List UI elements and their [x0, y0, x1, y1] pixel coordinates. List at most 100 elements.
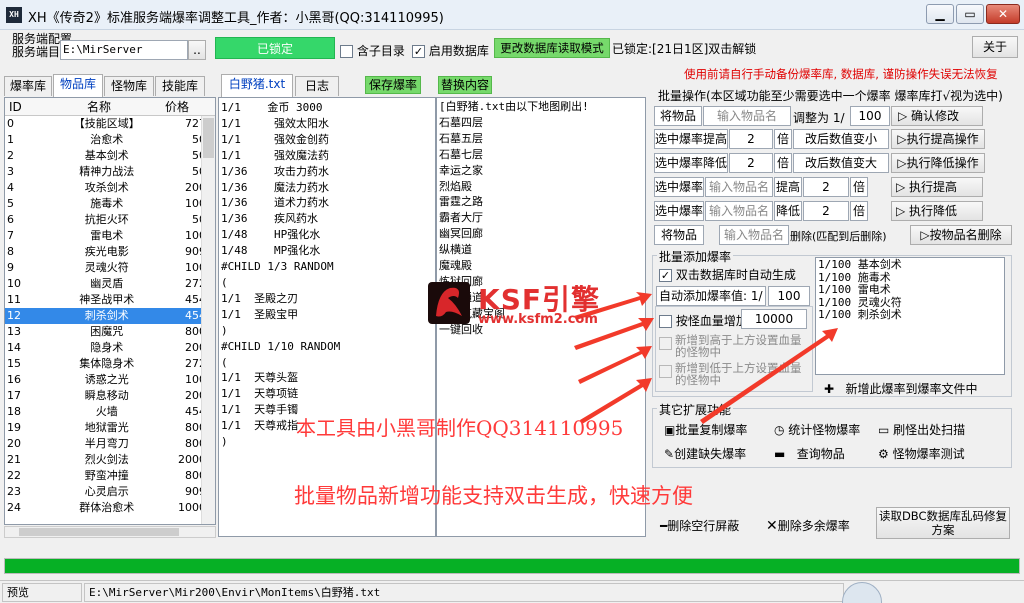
editor-line[interactable]: 1/36 道术力药水: [221, 195, 433, 211]
table-row[interactable]: 10 幽灵盾 2727: [5, 276, 215, 292]
editor-line[interactable]: 1/36 疾风药水: [221, 211, 433, 227]
use-database-checkbox[interactable]: ✓ 启用数据库: [412, 42, 489, 59]
add-drop-button[interactable]: ✚ 新增此爆率到爆率文件中: [824, 380, 978, 397]
item-table-scrollbar[interactable]: [201, 116, 215, 524]
table-row[interactable]: 13 困魔咒 8000: [5, 324, 215, 340]
batch-add-list-item[interactable]: 1/100 刺杀剑术: [818, 308, 1002, 322]
map-list-item[interactable]: 石墓四层: [439, 115, 643, 131]
row4-item-input[interactable]: 输入物品名: [705, 177, 773, 197]
editor-line[interactable]: 1/36 魔法力药水: [221, 180, 433, 196]
editor-line[interactable]: 1/1 天尊项链: [221, 386, 433, 402]
editor-line[interactable]: 1/1 强效魔法药: [221, 148, 433, 164]
map-list-item[interactable]: 雷霆之路: [439, 194, 643, 210]
auto-rate-value[interactable]: 100: [768, 286, 810, 306]
checkbox-box[interactable]: [340, 45, 353, 58]
locked-button[interactable]: 已锁定: [215, 37, 335, 59]
editor-line[interactable]: 1/1 圣殿之刃: [221, 291, 433, 307]
batch-add-list[interactable]: 1/100 基本剑术 1/100 施毒术 1/100 雷电术 1/100 灵魂火符 1/…: [815, 257, 1005, 375]
execute-decrease-button[interactable]: ▷ 执行降低: [891, 201, 983, 221]
map-list-item[interactable]: 石墓五层: [439, 131, 643, 147]
table-row[interactable]: 3精神力战法500: [5, 164, 215, 180]
row6-item-input[interactable]: 输入物品名: [719, 225, 789, 245]
maximize-button[interactable]: ▭: [956, 4, 984, 24]
batch-copy-button[interactable]: ▣批量复制爆率: [664, 421, 747, 438]
spawn-scan-button[interactable]: ▭ 刷怪出处扫描: [878, 421, 965, 438]
batch-add-list-item[interactable]: 1/100 基本剑术: [818, 258, 1002, 272]
browse-button[interactable]: ..: [188, 40, 206, 60]
tab-monster-library[interactable]: 怪物库: [104, 76, 154, 96]
table-row[interactable]: 6抗拒火环500: [5, 212, 215, 228]
delete-empty-button[interactable]: ━删除空行屏蔽: [660, 517, 739, 534]
map-list-item[interactable]: 石墓七层: [439, 147, 643, 163]
checkbox-box-checked[interactable]: ✓: [659, 269, 672, 282]
map-list-item[interactable]: 魔魂殿: [439, 258, 643, 274]
tab-drop-library[interactable]: 爆率库: [4, 76, 52, 96]
table-row[interactable]: 7 雷电术 1000: [5, 228, 215, 244]
table-row[interactable]: 21 烈火剑法 20000: [5, 452, 215, 468]
checkbox-box-disabled[interactable]: [659, 337, 672, 350]
tab-item-library[interactable]: 物品库: [53, 74, 103, 97]
map-list-item[interactable]: 幽冥回廊: [439, 226, 643, 242]
tab-skill-library[interactable]: 技能库: [155, 76, 205, 96]
table-row[interactable]: 5 施毒术 1000: [5, 196, 215, 212]
editor-line[interactable]: 1/48 MP强化水: [221, 243, 433, 259]
table-row[interactable]: 14 隐身术 2000: [5, 340, 215, 356]
replace-content-button[interactable]: 替换内容: [438, 76, 492, 94]
checkbox-box-disabled[interactable]: [659, 365, 672, 378]
table-row[interactable]: 24 群体治愈术 10000: [5, 500, 215, 516]
locked-status-text[interactable]: 已锁定:[21日1区]双击解锁: [612, 40, 756, 57]
editor-text[interactable]: 1/1 金币 3000 1/1 强效太阳水 1/1 强效金创药 1/1 强效魔法药 1/…: [221, 100, 433, 450]
execute-decrease-op-button[interactable]: ▷执行降低操作: [891, 153, 985, 173]
delete-extra-button[interactable]: ✕删除多余爆率: [766, 517, 850, 534]
stat-monster-button[interactable]: ◷ 统计怪物爆率: [774, 421, 860, 438]
table-row[interactable]: 20 半月弯刀 8000: [5, 436, 215, 452]
row5-value[interactable]: 2: [803, 201, 849, 221]
editor-line[interactable]: 1/1 天尊头盔: [221, 370, 433, 386]
table-row[interactable]: 18 火墙 4545: [5, 404, 215, 420]
editor-line[interactable]: (: [221, 355, 433, 371]
row4-value[interactable]: 2: [803, 177, 849, 197]
editor-line[interactable]: 1/1 圣殿宝甲: [221, 307, 433, 323]
table-row[interactable]: 22 野蛮冲撞 8000: [5, 468, 215, 484]
checkbox-box[interactable]: [659, 315, 672, 328]
map-list-item[interactable]: 幸运之家: [439, 163, 643, 179]
editor-line[interactable]: #CHILD 1/10 RANDOM: [221, 339, 433, 355]
row3-value[interactable]: 2: [729, 153, 773, 173]
col-header-name[interactable]: 名称: [43, 98, 155, 115]
row1-item-input[interactable]: 输入物品名: [703, 106, 791, 126]
table-row[interactable]: 11 神圣战甲术 4545: [5, 292, 215, 308]
row2-value[interactable]: 2: [729, 129, 773, 149]
batch-add-list-item[interactable]: 1/100 雷电术: [818, 283, 1002, 297]
map-list-item[interactable]: 纵横道: [439, 242, 643, 258]
table-row[interactable]: 23 心灵启示 9091: [5, 484, 215, 500]
table-row[interactable]: 1治愈术500: [5, 132, 215, 148]
confirm-modify-button[interactable]: ▷ 确认修改: [891, 106, 983, 126]
monster-test-button[interactable]: ⚙ 怪物爆率测试: [878, 445, 965, 462]
row5-item-input[interactable]: 输入物品名: [705, 201, 773, 221]
change-db-mode-button[interactable]: 更改数据库读取模式: [494, 38, 610, 58]
checkbox-box-checked[interactable]: ✓: [412, 45, 425, 58]
table-row[interactable]: 19 地狱雷光 8000: [5, 420, 215, 436]
execute-increase-op-button[interactable]: ▷执行提高操作: [891, 129, 985, 149]
hscrollbar-thumb[interactable]: [19, 528, 179, 536]
table-row[interactable]: 2基本剑术500: [5, 148, 215, 164]
map-list-item[interactable]: 烈焰殿: [439, 179, 643, 195]
editor-line[interactable]: (: [221, 275, 433, 291]
row1-value[interactable]: 100: [850, 106, 890, 126]
create-missing-button[interactable]: ✎创建缺失爆率: [664, 445, 746, 462]
editor-line[interactable]: 1/1 强效太阳水: [221, 116, 433, 132]
tab-editor-file[interactable]: 白野猪.txt: [221, 74, 293, 97]
drop-file-editor[interactable]: 1/1 金币 3000 1/1 强效太阳水 1/1 强效金创药 1/1 强效魔法药 1/…: [218, 97, 436, 537]
server-dir-input[interactable]: E:\MirServer: [60, 40, 188, 60]
by-hp-checkbox[interactable]: 按怪血量增加: [659, 312, 748, 329]
map-list-item[interactable]: 霸者大厅: [439, 210, 643, 226]
minimize-button[interactable]: ▁: [926, 4, 954, 24]
table-row[interactable]: 0 【技能区域】 7273: [5, 116, 215, 132]
save-drop-button[interactable]: 保存爆率: [365, 76, 421, 94]
table-row[interactable]: 9 灵魂火符 1000: [5, 260, 215, 276]
editor-line[interactable]: 1/36 攻击力药水: [221, 164, 433, 180]
query-item-button[interactable]: ▬ 查询物品: [774, 445, 845, 462]
item-table-hscrollbar[interactable]: [4, 526, 216, 538]
editor-line[interactable]: #CHILD 1/3 RANDOM: [221, 259, 433, 275]
table-row[interactable]: 8 疾光电影 9091: [5, 244, 215, 260]
